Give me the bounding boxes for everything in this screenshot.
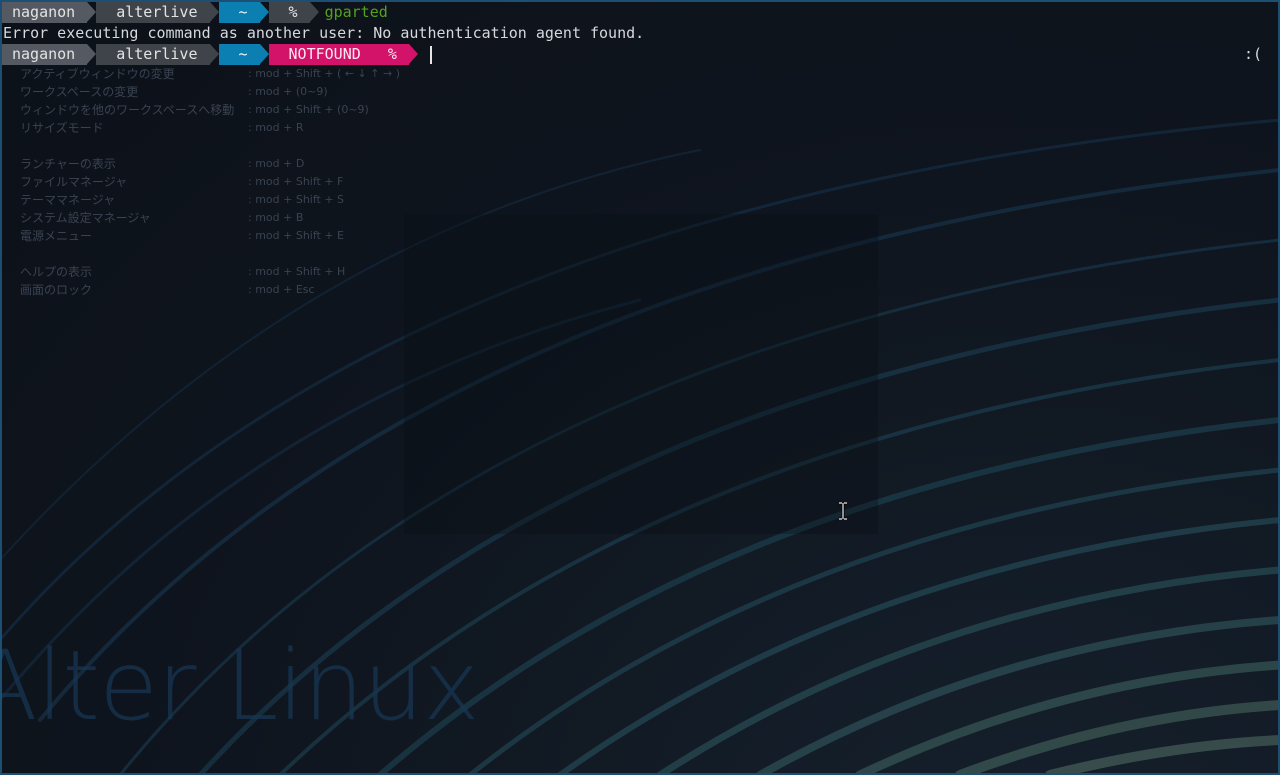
shortcut-label: 電源メニュー bbox=[20, 229, 93, 243]
shortcut-keys: : mod + Shift + (0~9) bbox=[248, 103, 369, 116]
shortcut-keys: : mod + R bbox=[248, 121, 304, 134]
terminal-window[interactable]: naganon alterlive ~ % gparted Error exec… bbox=[2, 2, 1278, 65]
shortcut-keys: : mod + Esc bbox=[248, 283, 315, 296]
shortcut-label: アクティブウィンドウの変更 bbox=[20, 67, 175, 81]
shortcut-label: ランチャーの表示 bbox=[20, 157, 116, 171]
shortcut-keys: : mod + Shift + S bbox=[248, 193, 345, 206]
prompt-dir-segment: ~ bbox=[218, 44, 269, 65]
prompt-status-spacer bbox=[361, 45, 388, 63]
command-text: gparted bbox=[324, 3, 388, 21]
shortcut-label: ヘルプの表示 bbox=[20, 265, 93, 279]
shortcut-keys: : mod + D bbox=[248, 157, 305, 170]
shortcut-keys: : mod + B bbox=[248, 211, 304, 224]
shortcut-label: 画面のロック bbox=[20, 283, 93, 297]
shortcut-label: ウィンドウを他のワークスペースへ移動 bbox=[20, 103, 235, 117]
brand-watermark: Alter Linux bbox=[0, 630, 480, 742]
shortcut-label: ワークスペースの変更 bbox=[20, 85, 139, 99]
shortcut-keys: : mod + Shift + H bbox=[248, 265, 346, 278]
prompt-status-symbol: % bbox=[387, 45, 397, 63]
text-cursor bbox=[429, 45, 432, 64]
prompt-symbol-segment: % bbox=[268, 2, 319, 23]
desktop-screen: Alter Linux アクティブウィンドウの変更 : mod + Shift … bbox=[0, 0, 1280, 775]
prompt-host-segment: alterlive bbox=[96, 44, 219, 65]
prompt-host-segment: alterlive bbox=[96, 2, 219, 23]
shortcut-keys: : mod + Shift + F bbox=[248, 175, 344, 188]
shortcut-label: システム設定マネージャ bbox=[20, 211, 151, 225]
error-message: Error executing command as another user:… bbox=[3, 24, 645, 42]
shortcut-label: リサイズモード bbox=[20, 121, 104, 135]
prompt-user-segment: naganon bbox=[2, 2, 97, 23]
dim-panel bbox=[404, 214, 878, 534]
shortcut-label: テーママネージャ bbox=[20, 193, 116, 207]
shortcut-label: ファイルマネージャ bbox=[20, 175, 128, 189]
mouse-ibeam-cursor-icon bbox=[839, 502, 847, 520]
exit-status-indicator: :( bbox=[1243, 45, 1262, 63]
prompt-user-segment: naganon bbox=[2, 44, 97, 65]
prompt-status-text: NOTFOUND bbox=[288, 45, 361, 63]
shortcut-keys: : mod + (0~9) bbox=[248, 85, 328, 98]
prompt-dir-segment: ~ bbox=[218, 2, 269, 23]
prompt-status-segment: NOTFOUND % bbox=[268, 44, 419, 65]
shortcut-keys: : mod + Shift + E bbox=[248, 229, 345, 242]
shortcut-keys: : mod + Shift + ( ← ↓ ↑ → ) bbox=[248, 67, 400, 80]
prompt-line-2: naganon alterlive ~ NOTFOUND % :( bbox=[2, 44, 1278, 65]
prompt-line-1: naganon alterlive ~ % gparted bbox=[2, 2, 1278, 23]
